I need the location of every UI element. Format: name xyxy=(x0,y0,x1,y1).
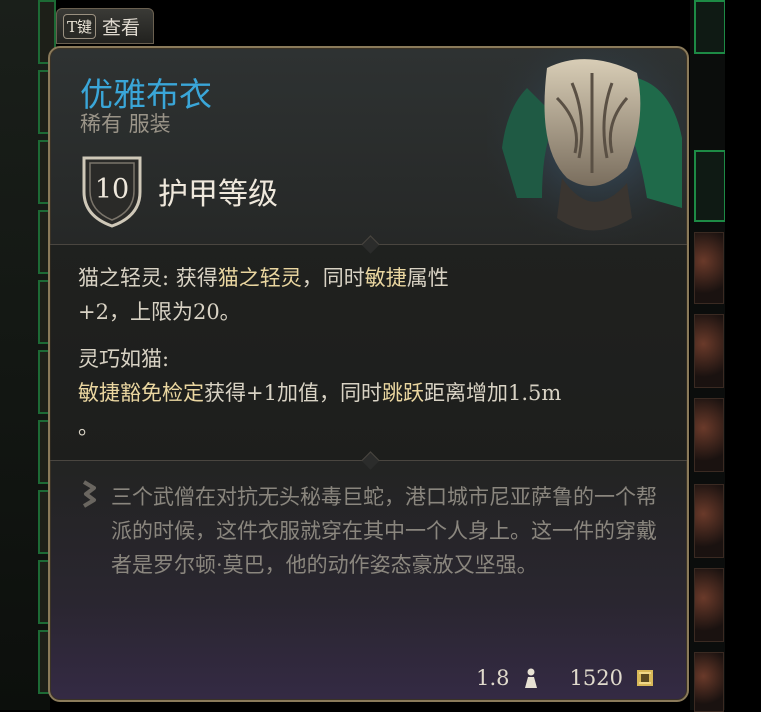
item-rarity-type: 稀有 服装 xyxy=(80,112,171,136)
inventory-left-column xyxy=(0,0,56,710)
item-description: 三个武僧在对抗无头秘毒巨蛇，港口城市尼亚萨鲁的一个帮派的时候，这件衣服就穿在其中… xyxy=(111,485,657,577)
inventory-slot[interactable] xyxy=(694,484,724,558)
weight-icon xyxy=(524,668,537,688)
inventory-slot[interactable] xyxy=(694,314,724,388)
passive-text: ，同时 xyxy=(301,266,365,290)
passive-text: +2，上限为20。 xyxy=(78,300,241,324)
screen-edge xyxy=(725,0,761,710)
inspect-label: 查看 xyxy=(102,16,141,39)
inventory-slot[interactable] xyxy=(694,232,724,304)
armor-class-row: 10 护甲等级 xyxy=(80,154,278,228)
passive-keyword[interactable]: 敏捷 xyxy=(365,266,407,290)
passive-keyword[interactable]: 敏捷 xyxy=(78,381,120,405)
passive-text: 猫之轻灵: 获得 xyxy=(78,266,218,290)
inventory-slot[interactable] xyxy=(694,398,724,472)
armor-image xyxy=(487,48,687,243)
passive-title: 灵巧如猫: xyxy=(78,347,170,371)
feather-icon xyxy=(82,480,96,508)
item-footer: 1.8 1520 xyxy=(476,666,655,690)
price-value: 1520 xyxy=(569,666,623,690)
armor-class-value: 10 xyxy=(94,174,130,205)
item-tooltip: 优雅布衣 稀有 服装 10 护甲等级 猫之轻灵: 获得猫之轻灵，同时敏捷属性 +… xyxy=(48,46,689,702)
passive-text: 。 xyxy=(78,415,99,439)
passive-keyword[interactable]: 豁免检定 xyxy=(120,381,204,405)
passive-keyword[interactable]: 猫之轻灵 xyxy=(218,266,302,290)
inventory-slot[interactable] xyxy=(694,0,726,54)
passive-cat-grace: 猫之轻灵: 获得猫之轻灵，同时敏捷属性 +2，上限为20。 xyxy=(78,261,618,329)
passive-cat-agility: 灵巧如猫: 敏捷豁免检定获得+1加值，同时跳跃距离增加1.5m 。 xyxy=(78,342,638,444)
armor-class-label: 护甲等级 xyxy=(158,177,278,212)
inspect-tab[interactable]: T键 查看 xyxy=(56,8,154,44)
passive-keyword[interactable]: 跳跃 xyxy=(382,381,424,405)
inventory-slot[interactable] xyxy=(694,652,724,712)
t-key-hint: T键 xyxy=(63,13,97,39)
passive-text: 获得+1加值，同时 xyxy=(204,381,382,405)
inventory-right-column xyxy=(690,0,726,712)
shield-icon: 10 xyxy=(80,154,144,228)
passive-text: 距离增加1.5m xyxy=(423,381,562,405)
weight-value: 1.8 xyxy=(476,666,510,690)
inventory-slot[interactable] xyxy=(694,568,724,642)
inventory-slot[interactable] xyxy=(694,150,726,222)
gold-icon xyxy=(637,670,653,686)
passive-text: 属性 xyxy=(406,266,449,290)
